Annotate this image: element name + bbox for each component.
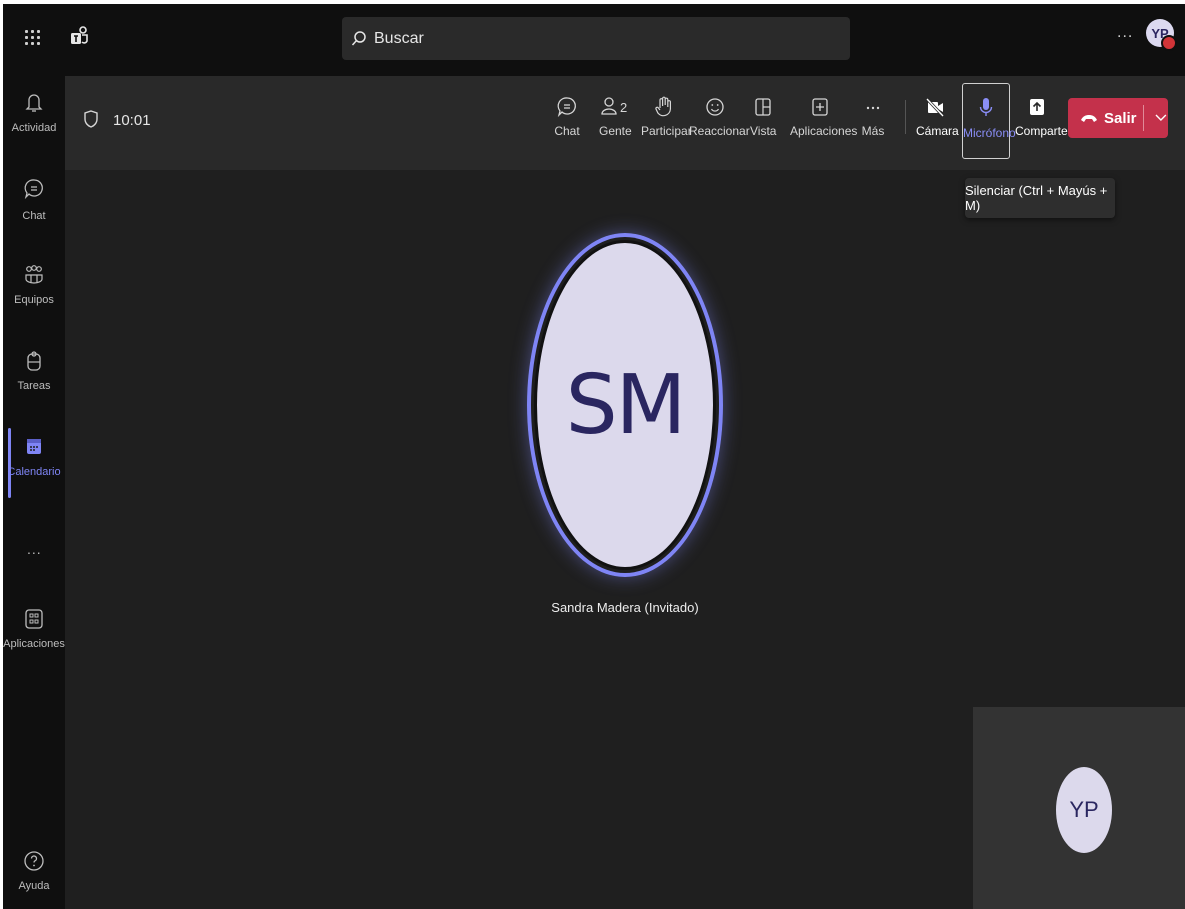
people-icon: 2	[601, 97, 627, 115]
people-label: Gente	[599, 124, 632, 138]
sidebar-item-apps[interactable]: Aplicaciones	[3, 598, 65, 674]
react-label: Reaccionar	[689, 124, 750, 138]
apps-icon	[25, 609, 43, 629]
more-icon	[866, 106, 880, 110]
help-icon	[24, 851, 44, 871]
raise-hand-label: Participar	[641, 124, 692, 138]
more-label: Más	[861, 124, 885, 138]
top-bar: Buscar ... YP	[3, 4, 1185, 76]
raise-hand-button[interactable]: Participar	[641, 96, 692, 138]
share-screen-icon	[1030, 99, 1044, 115]
sidebar-item-label: Equipos	[14, 294, 54, 306]
people-button[interactable]: 2 Gente	[599, 96, 632, 138]
search-icon	[351, 30, 366, 45]
view-button[interactable]: Vista	[750, 96, 776, 138]
camera-off-icon	[925, 97, 945, 118]
mute-tooltip: Silenciar (Ctrl + Mayús + M)	[965, 178, 1115, 218]
leave-button[interactable]: Salir	[1068, 98, 1168, 138]
meeting-toolbar: 10:01 Chat 2 Gente Participar Reaccionar…	[65, 76, 1185, 170]
app-launcher-icon[interactable]	[23, 28, 43, 48]
meeting-timer: 10:01	[113, 112, 151, 129]
sidebar-item-label: Aplicaciones	[3, 638, 65, 650]
apps-label: Aplicaciones	[790, 124, 858, 138]
leave-main-button[interactable]: Salir	[1068, 110, 1143, 127]
sidebar-item-label: Tareas	[17, 380, 51, 392]
sidebar-item-label: Ayuda	[18, 880, 50, 892]
bell-icon	[25, 94, 43, 112]
chat-icon	[557, 97, 576, 118]
sidebar-item-tasks[interactable]: Tareas	[3, 340, 65, 416]
share-label: Comparte	[1015, 124, 1068, 138]
self-initials: YP	[1069, 797, 1099, 822]
apps-button[interactable]: Aplicaciones	[790, 96, 857, 138]
hang-up-icon	[1081, 115, 1097, 122]
toolbar-divider	[905, 100, 906, 134]
mic-button[interactable]: Micrófono	[963, 96, 1016, 140]
mic-label: Micrófono	[963, 126, 1016, 140]
self-view-tile[interactable]: YP	[973, 707, 1185, 909]
react-button[interactable]: Reaccionar	[689, 96, 750, 138]
chevron-down-icon[interactable]	[1154, 113, 1168, 123]
participant-name: Sandra Madera (Invitado)	[551, 600, 699, 615]
sidebar-item-activity[interactable]: Actividad	[3, 82, 65, 158]
more-actions-button[interactable]: Más	[861, 96, 885, 138]
self-avatar: YP	[1056, 767, 1112, 853]
participant-initials: SM	[565, 357, 687, 453]
add-app-icon	[812, 98, 828, 116]
calendar-icon	[27, 439, 41, 454]
camera-label: Cámara	[916, 124, 959, 138]
teams-icon	[25, 265, 43, 284]
layout-icon	[755, 98, 771, 116]
shield-icon	[84, 110, 98, 128]
search-placeholder: Buscar	[374, 29, 424, 47]
more-apps-button[interactable]: ...	[27, 541, 42, 557]
sidebar-item-chat[interactable]: Chat	[3, 168, 65, 244]
sidebar-item-teams[interactable]: Equipos	[3, 254, 65, 330]
sidebar-item-label: Calendario	[7, 466, 61, 478]
raise-hand-icon	[655, 96, 671, 117]
emoji-icon	[706, 98, 724, 116]
left-rail: Actividad Chat Equipos Tareas Calendario…	[3, 76, 65, 909]
teams-logo-icon	[69, 26, 89, 48]
user-avatar[interactable]: YP	[1146, 19, 1177, 51]
sidebar-item-label: Actividad	[11, 122, 57, 134]
leave-label: Salir	[1104, 109, 1137, 127]
sidebar-item-calendar[interactable]: Calendario	[3, 426, 65, 502]
chat-label: Chat	[554, 124, 580, 138]
leave-divider	[1143, 105, 1145, 131]
camera-button[interactable]: Cámara	[916, 96, 959, 138]
teams-window: Buscar ... YP Actividad Chat Equipos Tar…	[3, 4, 1185, 909]
search-input[interactable]: Buscar	[342, 17, 850, 60]
sidebar-item-label: Chat	[22, 210, 46, 222]
sidebar-item-help[interactable]: Ayuda	[3, 840, 65, 909]
view-label: Vista	[750, 124, 777, 138]
people-count: 2	[620, 100, 627, 115]
chat-button[interactable]: Chat	[554, 96, 580, 138]
tasks-icon	[27, 351, 41, 371]
settings-more-button[interactable]: ...	[1117, 24, 1133, 42]
participant-avatar: SM	[534, 240, 716, 570]
microphone-icon	[979, 98, 993, 116]
chat-icon	[24, 179, 43, 200]
share-button[interactable]: Comparte	[1015, 96, 1068, 138]
presence-busy-icon	[1161, 35, 1177, 51]
